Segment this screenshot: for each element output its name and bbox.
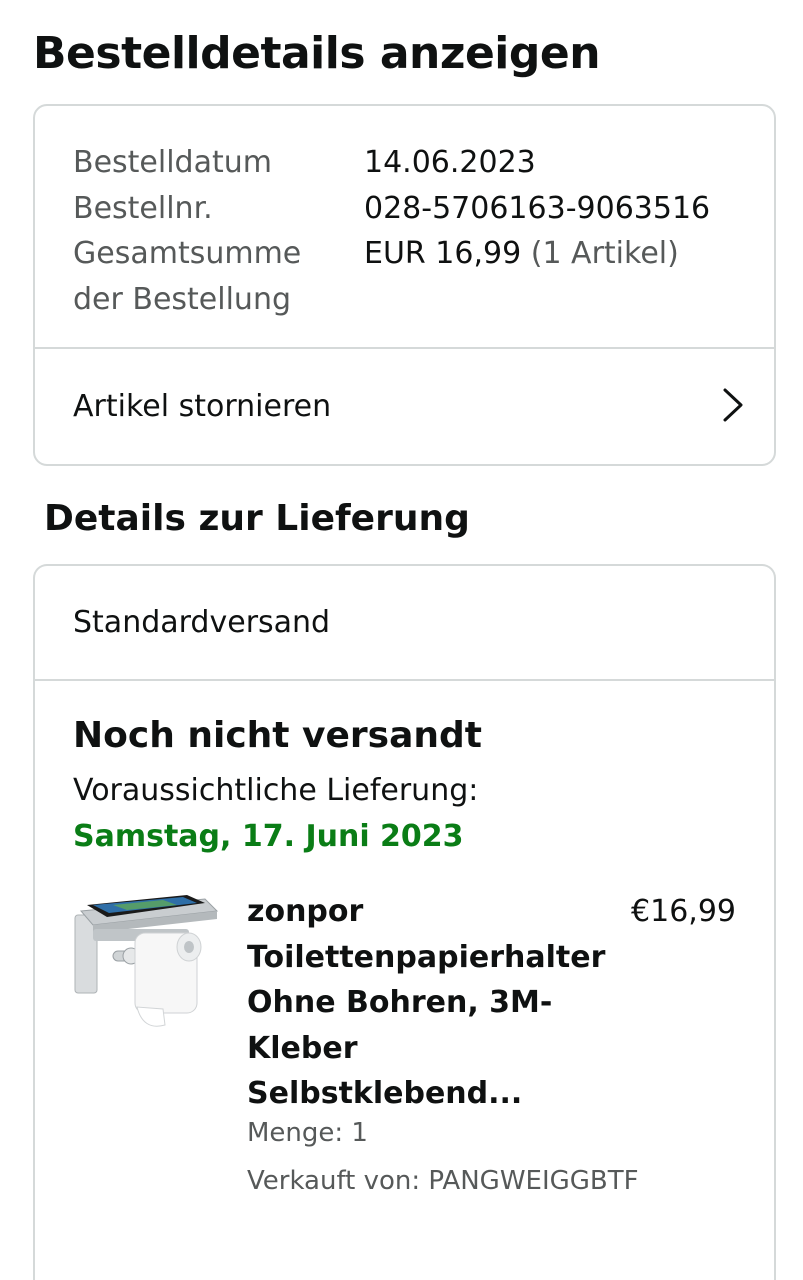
cancel-items-label: Artikel stornieren [73,389,332,424]
product-title-link[interactable]: zonpor Toilettenpapierhalter Ohne Bohren… [247,889,607,1117]
order-total-label-line2: der Bestellung [73,282,291,317]
shipping-method-row: Standardversand [35,566,774,681]
order-info: Bestelldatum 14.06.2023 Bestellnr. 028-5… [35,106,774,349]
order-number-value: 028-5706163-9063516 [364,191,711,226]
product-seller: Verkauft von: PANGWEIGGBTF [247,1166,639,1196]
order-total-value: EUR 16,99 (1 Artikel) [364,231,679,277]
page-title: Bestelldetails anzeigen [33,28,601,79]
chevron-right-icon [723,388,743,422]
product-price: €16,99 [631,894,736,929]
order-item-count: (1 Artikel) [530,236,679,271]
order-total-amount: EUR 16,99 [364,236,522,271]
product-quantity: Menge: 1 [247,1118,368,1148]
order-details-page: Bestelldetails anzeigen Bestelldatum 14.… [0,0,803,1280]
order-date-label: Bestelldatum [73,145,272,180]
delivery-card: Standardversand Noch nicht versandt Vora… [33,564,776,1280]
product-image[interactable] [73,895,219,1033]
order-date-value: 14.06.2023 [364,145,536,180]
order-number-label: Bestellnr. [73,191,213,226]
cancel-items-button[interactable]: Artikel stornieren [35,349,774,464]
delivery-section-title: Details zur Lieferung [44,498,470,539]
order-total-label: Gesamtsumme [73,236,302,271]
eta-date: Samstag, 17. Juni 2023 [73,819,464,854]
order-summary-card: Bestelldatum 14.06.2023 Bestellnr. 028-5… [33,104,776,466]
eta-label: Voraussichtliche Lieferung: [73,773,479,808]
shipping-method-label: Standardversand [73,605,331,640]
shipment-status: Noch nicht versandt [73,715,483,756]
